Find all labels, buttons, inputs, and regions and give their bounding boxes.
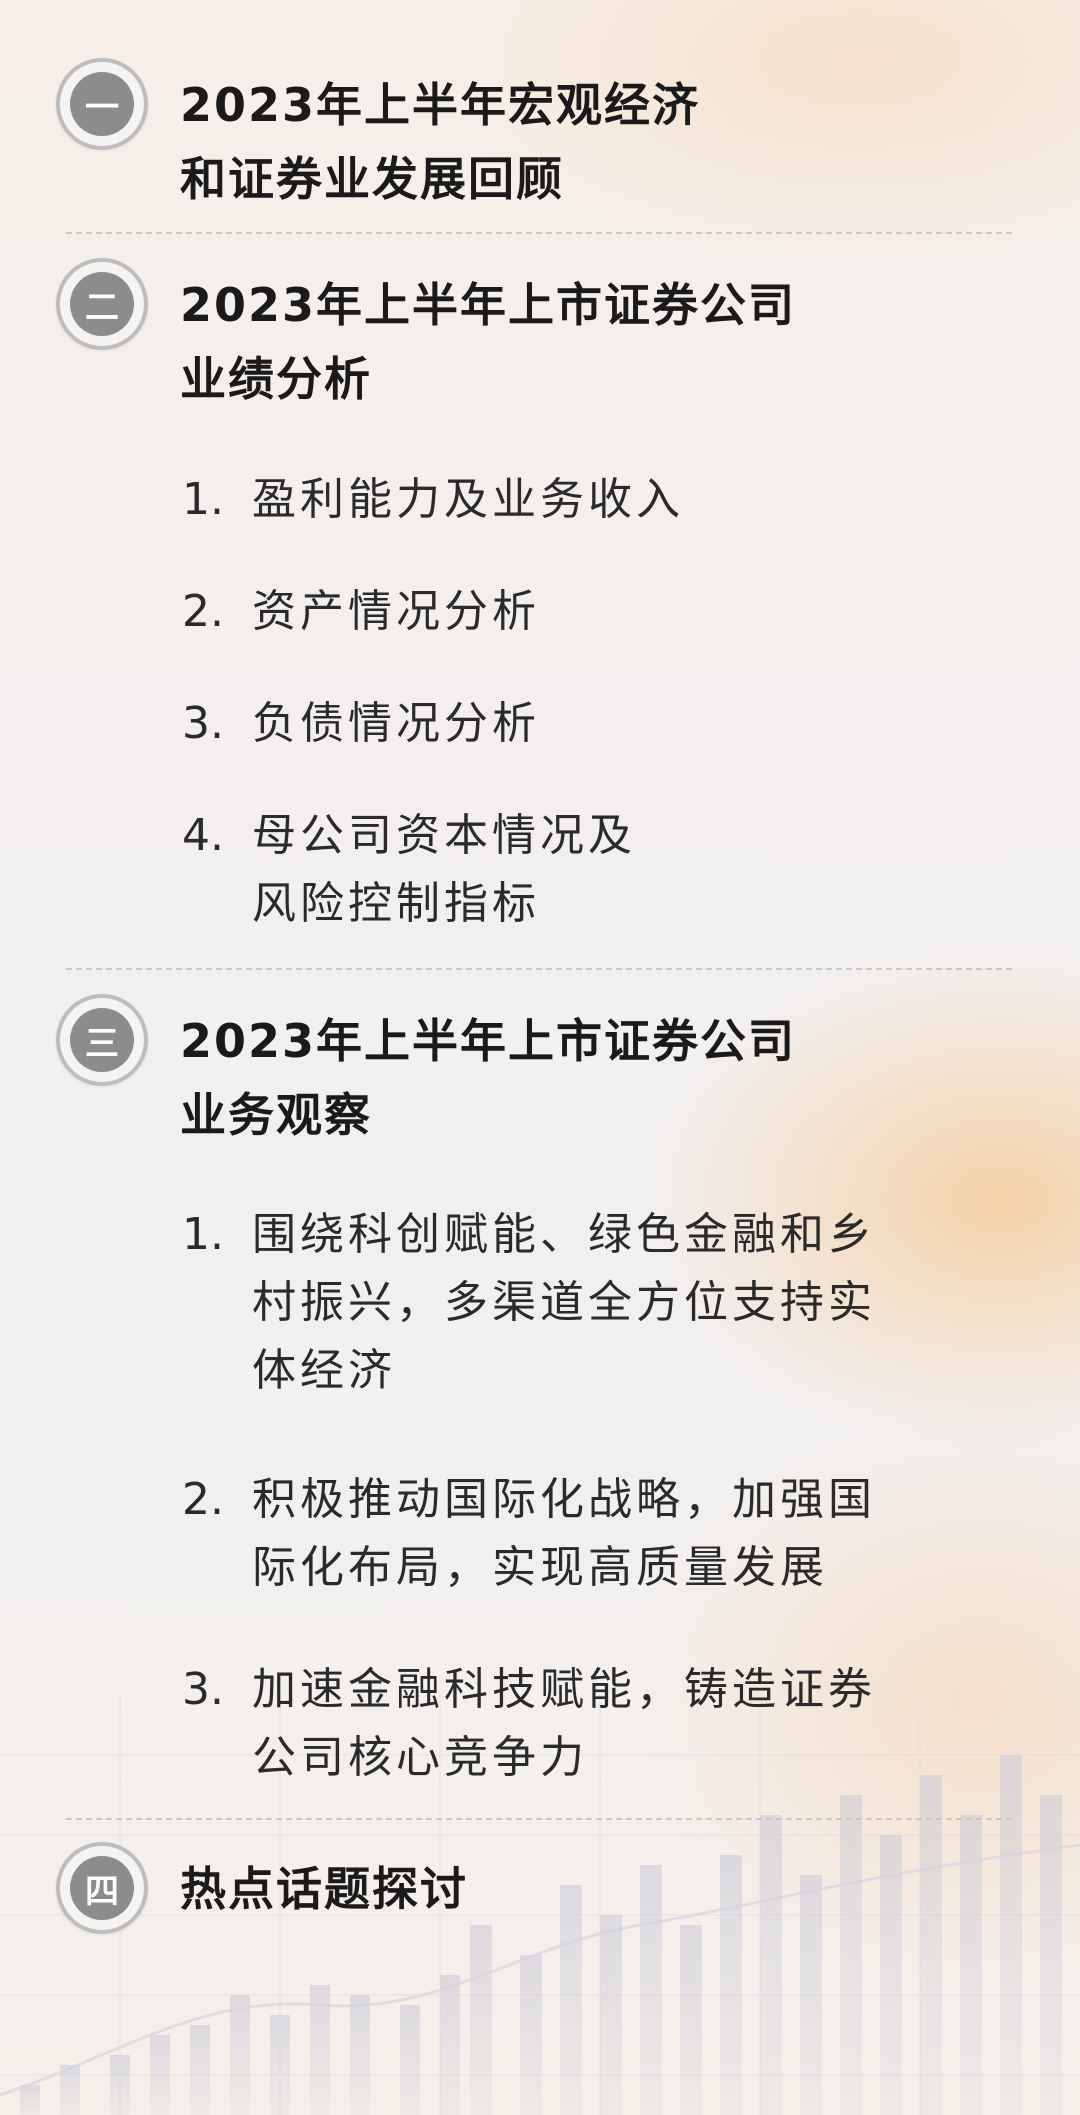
list-item-text: 围绕科创赋能、绿色金融和乡 村振兴，多渠道全方位支持实 体经济: [252, 1201, 992, 1405]
list-item-number: 3.: [182, 698, 224, 749]
list-item-number: 2.: [182, 586, 224, 637]
section-number-badge: 四: [56, 1842, 148, 1934]
section-number-badge: 二: [56, 258, 148, 350]
list-item-text: 加速金融科技赋能，铸造证券 公司核心竞争力: [252, 1656, 992, 1792]
list-item-line: 积极推动国际化战略，加强国: [252, 1474, 876, 1525]
list-item-line: 际化布局，实现高质量发展: [252, 1542, 828, 1593]
section-title-line: 业绩分析: [180, 352, 372, 406]
section-title-line: 2023年上半年上市证券公司: [180, 278, 797, 332]
list-item-line: 负债情况分析: [252, 698, 540, 749]
list-item-text: 负债情况分析: [252, 690, 992, 758]
dashed-divider: [66, 1818, 1012, 1820]
section-title-line: 2023年上半年上市证券公司: [180, 1014, 797, 1068]
list-item-line: 加速金融科技赋能，铸造证券: [252, 1664, 876, 1715]
dashed-divider: [66, 968, 1012, 970]
list-item-line: 母公司资本情况及: [252, 810, 636, 861]
list-item-line: 体经济: [252, 1345, 396, 1396]
section-title-line: 热点话题探讨: [180, 1862, 468, 1916]
section-title: 2023年上半年上市证券公司 业务观察: [180, 1004, 980, 1152]
section-number-badge: 一: [56, 58, 148, 150]
section-title-line: 和证券业发展回顾: [180, 152, 564, 206]
list-item-line: 围绕科创赋能、绿色金融和乡: [252, 1209, 876, 1260]
list-item-number: 3.: [182, 1664, 224, 1715]
list-item-line: 风险控制指标: [252, 878, 540, 929]
section-number: 一: [70, 72, 134, 136]
list-item-line: 资产情况分析: [252, 586, 540, 637]
section-title: 热点话题探讨: [180, 1852, 980, 1926]
section-number-badge: 三: [56, 994, 148, 1086]
table-of-contents: 一 2023年上半年宏观经济 和证券业发展回顾 二 2023年上半年上市证券公司…: [0, 0, 1080, 2115]
section-number: 二: [70, 272, 134, 336]
section-number: 三: [70, 1008, 134, 1072]
list-item-line: 公司核心竞争力: [252, 1732, 588, 1783]
list-item-text: 积极推动国际化战略，加强国 际化布局，实现高质量发展: [252, 1466, 992, 1602]
list-item-line: 盈利能力及业务收入: [252, 474, 684, 525]
list-item-number: 2.: [182, 1474, 224, 1525]
list-item-text: 盈利能力及业务收入: [252, 466, 992, 534]
list-item-text: 资产情况分析: [252, 578, 992, 646]
list-item-number: 4.: [182, 810, 224, 861]
section-4: 四 热点话题探讨: [56, 1842, 1016, 1942]
dashed-divider: [66, 232, 1012, 234]
list-item-number: 1.: [182, 1209, 224, 1260]
section-title: 2023年上半年上市证券公司 业绩分析: [180, 268, 980, 416]
list-item-number: 1.: [182, 474, 224, 525]
section-title-line: 2023年上半年宏观经济: [180, 78, 701, 132]
section-title-line: 业务观察: [180, 1088, 372, 1142]
section-2: 二 2023年上半年上市证券公司 业绩分析: [56, 258, 1016, 418]
section-number: 四: [70, 1856, 134, 1920]
list-item-line: 村振兴，多渠道全方位支持实: [252, 1277, 876, 1328]
section-1: 一 2023年上半年宏观经济 和证券业发展回顾: [56, 58, 1016, 218]
section-3: 三 2023年上半年上市证券公司 业务观察: [56, 994, 1016, 1154]
section-title: 2023年上半年宏观经济 和证券业发展回顾: [180, 68, 980, 216]
list-item-text: 母公司资本情况及 风险控制指标: [252, 802, 992, 938]
